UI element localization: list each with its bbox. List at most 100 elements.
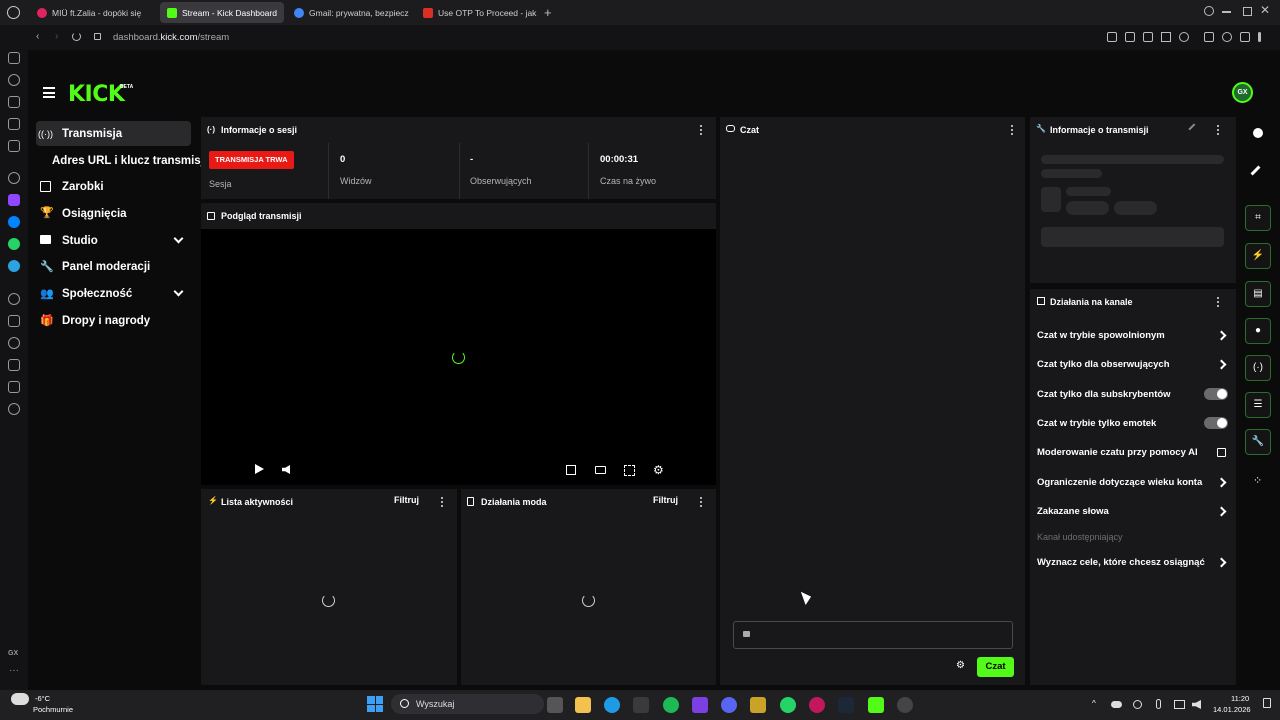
chat-menu-icon[interactable] [1010, 125, 1013, 135]
wallet-icon[interactable] [8, 52, 20, 64]
edge-icon[interactable] [604, 697, 620, 713]
network-icon[interactable] [1174, 700, 1185, 709]
ai-moderation-row[interactable]: Moderowanie czatu przy pomocy AI [1037, 447, 1198, 458]
whatsapp-icon[interactable] [8, 238, 20, 250]
play-icon[interactable] [255, 464, 264, 474]
widget-tools-button[interactable]: 🔧 [1245, 429, 1271, 455]
speed-dial-icon[interactable] [8, 74, 20, 86]
spotify-taskbar-icon[interactable] [663, 697, 679, 713]
notifications-icon[interactable] [1263, 698, 1271, 708]
chat-send-button[interactable]: Czat [977, 657, 1014, 677]
clipchamp-icon[interactable] [692, 697, 708, 713]
sidebar-item-stream-key[interactable]: Adres URL i klucz transmisji [52, 149, 207, 173]
news-icon[interactable] [8, 118, 20, 130]
mods-icon[interactable] [8, 96, 20, 108]
kick-logo[interactable]: KICK [68, 82, 125, 107]
vpn-icon[interactable] [1143, 32, 1153, 42]
search-tabs-icon[interactable] [1204, 6, 1214, 16]
close-window-icon[interactable]: ✕ [1260, 3, 1270, 17]
session-menu-icon[interactable] [699, 125, 702, 135]
windows-start-icon[interactable] [367, 696, 383, 712]
settings-gear-icon[interactable]: ⚙ [653, 464, 664, 476]
ai-icon[interactable] [8, 172, 20, 184]
weather-desc[interactable]: Pochmurnie [33, 705, 73, 714]
widget-log-button[interactable]: ▤ [1245, 281, 1271, 307]
new-tab-icon[interactable]: + [544, 5, 552, 20]
star-app-icon[interactable] [750, 697, 766, 713]
taskbar-search[interactable] [391, 694, 544, 714]
slow-mode-row[interactable]: Czat w trybie spowolnionym [1037, 330, 1165, 341]
downloads-icon[interactable] [8, 359, 20, 371]
subs-only-toggle[interactable] [1204, 388, 1228, 400]
widget-quick-actions-button[interactable]: ⚡ [1245, 243, 1271, 269]
heart-icon[interactable] [1179, 32, 1189, 42]
info-icon[interactable] [1253, 128, 1263, 138]
goals-row[interactable]: Wyznacz cele, które chcesz osiągnąć [1037, 557, 1205, 568]
channel-actions-menu-icon[interactable] [1216, 297, 1219, 307]
pip-icon[interactable] [566, 465, 576, 475]
followers-only-row[interactable]: Czat tylko dla obserwujących [1037, 359, 1170, 370]
activity-filter-button[interactable]: Filtruj [394, 495, 419, 505]
back-icon[interactable]: ‹ [36, 31, 39, 42]
telegram-icon[interactable] [8, 260, 20, 272]
mail-icon[interactable] [8, 140, 20, 152]
snapshot-icon[interactable] [1125, 32, 1135, 42]
weather-temp[interactable]: -6°C [35, 694, 50, 703]
profile-icon[interactable] [1222, 32, 1232, 42]
app-icon[interactable] [897, 697, 913, 713]
sidebar-item-osiagniecia[interactable]: Osiągnięcia [62, 202, 127, 226]
kick-taskbar-icon[interactable] [868, 697, 884, 713]
widget-broadcast-button[interactable]: (·) [1245, 355, 1271, 381]
store-icon[interactable] [633, 697, 649, 713]
fullscreen-icon[interactable] [624, 465, 635, 476]
widget-chat-button[interactable]: ● [1245, 318, 1271, 344]
player-icon[interactable] [1161, 32, 1171, 42]
maximize-icon[interactable] [1243, 7, 1252, 16]
hamburger-menu-icon[interactable] [43, 87, 55, 98]
forward-icon[interactable]: › [55, 31, 58, 42]
clock-time[interactable]: 11:20 [1231, 694, 1249, 703]
avatar[interactable]: GX [1232, 82, 1253, 103]
widget-channel-button[interactable]: ☰ [1245, 392, 1271, 418]
tab-kick-dashboard[interactable]: Stream - Kick Dashboard [160, 2, 284, 23]
banned-words-row[interactable]: Zakazane słowa [1037, 506, 1109, 517]
tab-gmail[interactable]: Gmail: prywatna, bezpiecz [287, 2, 411, 23]
extensions-icon[interactable] [8, 381, 20, 393]
weather-cloud-icon[interactable] [11, 693, 29, 705]
widget-screenshot-button[interactable]: ⌗ [1245, 205, 1271, 231]
sidebar-item-dropy[interactable]: Dropy i nagrody [62, 309, 150, 333]
chat-input[interactable] [733, 621, 1013, 649]
tab-music[interactable]: MIÜ ft.Zalia - dopóki się [30, 2, 154, 23]
browser-logo-icon[interactable] [7, 6, 20, 19]
theater-mode-icon[interactable] [595, 466, 606, 474]
mod-actions-menu-icon[interactable] [699, 497, 702, 507]
gx-corner-icon[interactable]: GX [8, 650, 18, 657]
external-link-icon[interactable] [1217, 448, 1226, 457]
more-icon[interactable]: ··· [9, 665, 19, 676]
widgets-add-icon[interactable]: ⁘ [1253, 474, 1262, 487]
pin-icon[interactable] [1107, 32, 1117, 42]
url-text[interactable]: dashboard.kick.com/stream [113, 32, 229, 43]
settings-icon[interactable] [8, 403, 20, 415]
sidebar-item-zarobki[interactable]: Zarobki [62, 175, 104, 199]
microphone-icon[interactable] [1156, 699, 1161, 709]
discord-icon[interactable] [721, 697, 737, 713]
account-age-row[interactable]: Ograniczenie dotyczące wieku konta [1037, 477, 1202, 488]
sidebar-item-spolecznosc[interactable]: Społeczność [62, 282, 132, 306]
history-icon[interactable] [8, 337, 20, 349]
tray-app-icon[interactable] [1133, 700, 1142, 709]
reload-icon[interactable] [72, 32, 81, 41]
messenger-icon[interactable] [8, 216, 20, 228]
sidebar-item-transmisja[interactable]: Transmisja [62, 122, 122, 146]
sidebar-item-studio[interactable]: Studio [62, 229, 98, 253]
download-icon[interactable] [1240, 32, 1250, 42]
menu-icon[interactable] [1258, 32, 1261, 42]
task-view-icon[interactable] [547, 697, 563, 713]
file-explorer-icon[interactable] [575, 697, 591, 713]
tab-otp[interactable]: Use OTP To Proceed - jak [416, 2, 540, 23]
twitch-icon[interactable] [8, 194, 20, 206]
clock-date[interactable]: 14.01.2026 [1213, 705, 1251, 714]
onedrive-icon[interactable] [1111, 701, 1122, 708]
stream-info-menu-icon[interactable] [1216, 125, 1219, 135]
opera-gx-icon[interactable] [809, 697, 825, 713]
